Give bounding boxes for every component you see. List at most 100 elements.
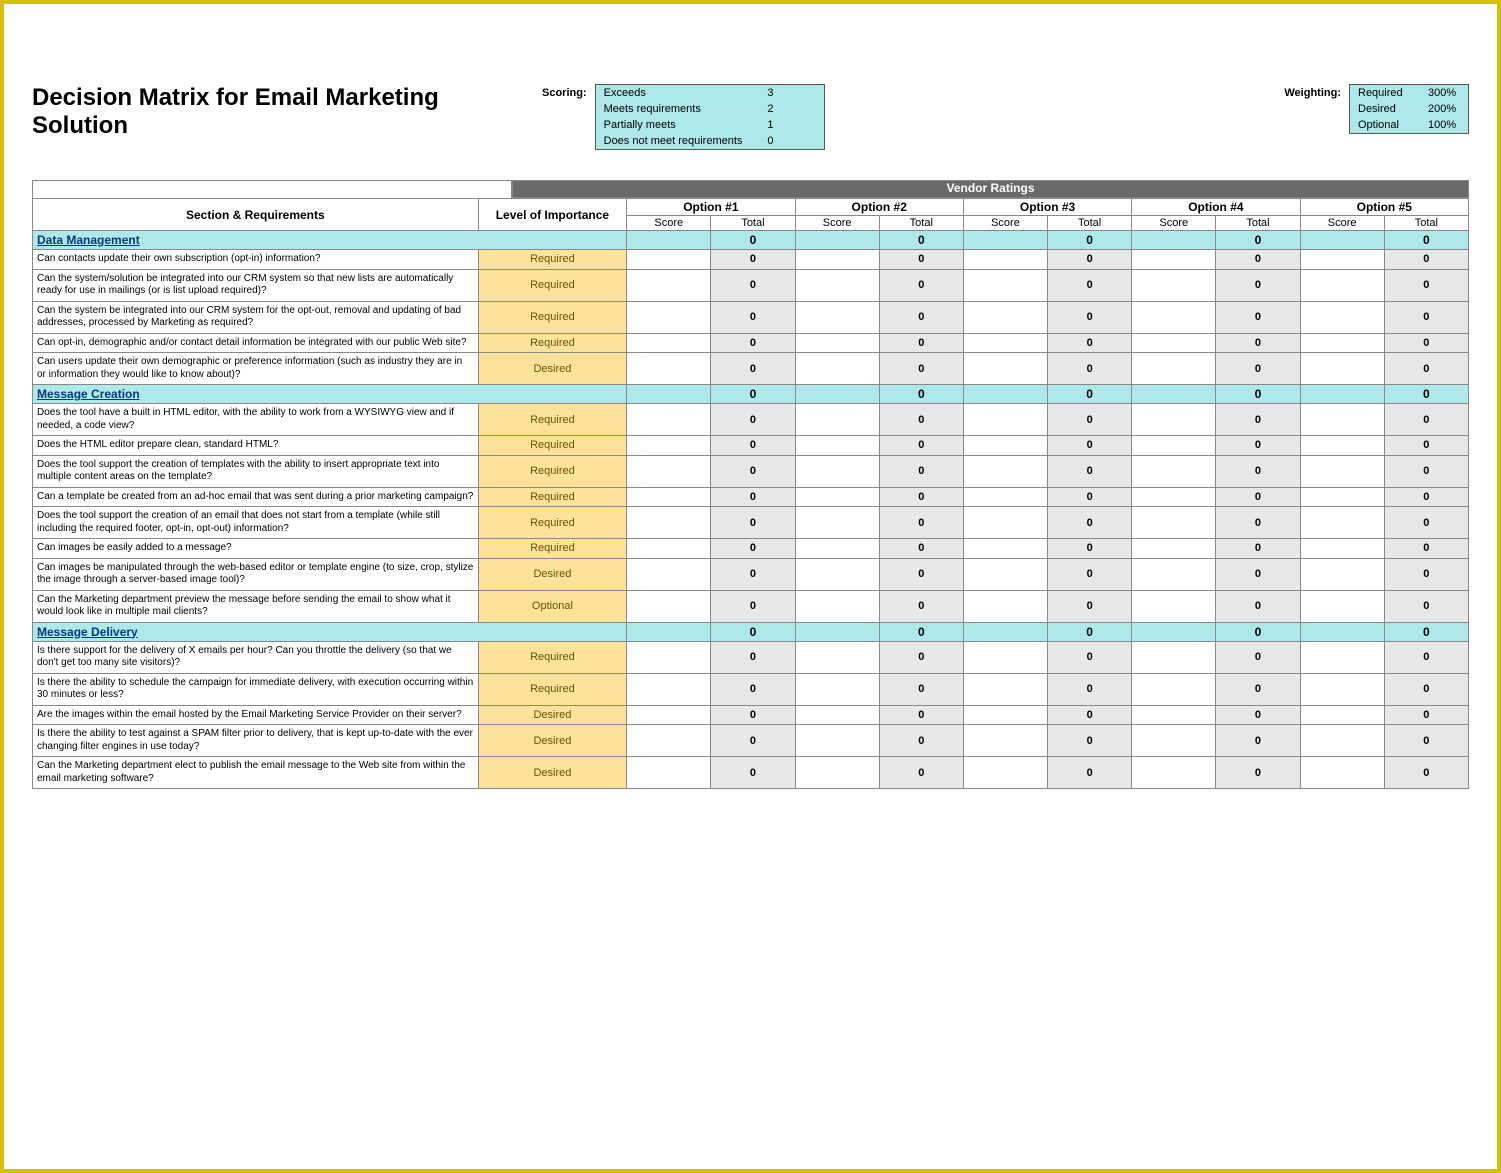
score-cell[interactable] [1132,455,1216,487]
score-cell[interactable] [1300,507,1384,539]
score-cell[interactable] [1132,250,1216,270]
score-cell[interactable] [963,590,1047,622]
level-cell[interactable]: Required [478,301,627,333]
score-cell[interactable] [795,558,879,590]
score-cell[interactable] [1300,269,1384,301]
score-cell[interactable] [1300,673,1384,705]
score-cell[interactable] [1132,705,1216,725]
score-cell[interactable] [1300,404,1384,436]
score-cell[interactable] [963,507,1047,539]
score-cell[interactable] [627,487,711,507]
score-cell[interactable] [963,269,1047,301]
score-cell[interactable] [1132,404,1216,436]
score-cell[interactable] [1300,333,1384,353]
score-cell[interactable] [795,705,879,725]
score-cell[interactable] [627,455,711,487]
score-cell[interactable] [795,641,879,673]
score-cell[interactable] [1300,250,1384,270]
score-cell[interactable] [963,404,1047,436]
score-cell[interactable] [963,558,1047,590]
level-cell[interactable]: Desired [478,725,627,757]
score-cell[interactable] [795,333,879,353]
score-cell[interactable] [627,539,711,559]
level-cell[interactable]: Desired [478,705,627,725]
score-cell[interactable] [1300,705,1384,725]
score-cell[interactable] [1300,539,1384,559]
score-cell[interactable] [627,673,711,705]
score-cell[interactable] [963,455,1047,487]
level-cell[interactable]: Required [478,250,627,270]
level-cell[interactable]: Desired [478,757,627,789]
score-cell[interactable] [795,539,879,559]
score-cell[interactable] [795,301,879,333]
level-cell[interactable]: Required [478,333,627,353]
score-cell[interactable] [1132,558,1216,590]
score-cell[interactable] [1132,725,1216,757]
level-cell[interactable]: Required [478,455,627,487]
level-cell[interactable]: Desired [478,353,627,385]
score-cell[interactable] [963,673,1047,705]
score-cell[interactable] [1300,436,1384,456]
score-cell[interactable] [627,558,711,590]
level-cell[interactable]: Required [478,673,627,705]
score-cell[interactable] [1132,487,1216,507]
score-cell[interactable] [795,725,879,757]
level-cell[interactable]: Desired [478,558,627,590]
level-cell[interactable]: Required [478,269,627,301]
score-cell[interactable] [1300,558,1384,590]
score-cell[interactable] [795,455,879,487]
level-cell[interactable]: Required [478,539,627,559]
score-cell[interactable] [1132,507,1216,539]
score-cell[interactable] [627,301,711,333]
score-cell[interactable] [795,269,879,301]
score-cell[interactable] [1300,757,1384,789]
score-cell[interactable] [627,250,711,270]
score-cell[interactable] [963,757,1047,789]
score-cell[interactable] [963,725,1047,757]
score-cell[interactable] [795,436,879,456]
score-cell[interactable] [627,333,711,353]
score-cell[interactable] [1300,590,1384,622]
score-cell[interactable] [1300,487,1384,507]
score-cell[interactable] [1132,269,1216,301]
score-cell[interactable] [627,757,711,789]
score-cell[interactable] [627,507,711,539]
score-cell[interactable] [795,404,879,436]
score-cell[interactable] [795,487,879,507]
score-cell[interactable] [1300,353,1384,385]
score-cell[interactable] [1300,725,1384,757]
level-cell[interactable]: Optional [478,590,627,622]
score-cell[interactable] [963,250,1047,270]
score-cell[interactable] [1132,333,1216,353]
score-cell[interactable] [1132,539,1216,559]
score-cell[interactable] [963,705,1047,725]
score-cell[interactable] [1132,673,1216,705]
score-cell[interactable] [627,353,711,385]
score-cell[interactable] [1132,641,1216,673]
score-cell[interactable] [795,590,879,622]
score-cell[interactable] [1300,455,1384,487]
score-cell[interactable] [963,353,1047,385]
score-cell[interactable] [1132,436,1216,456]
score-cell[interactable] [963,436,1047,456]
score-cell[interactable] [1300,641,1384,673]
score-cell[interactable] [963,333,1047,353]
score-cell[interactable] [1132,590,1216,622]
score-cell[interactable] [627,269,711,301]
level-cell[interactable]: Required [478,436,627,456]
score-cell[interactable] [963,539,1047,559]
level-cell[interactable]: Required [478,507,627,539]
score-cell[interactable] [627,436,711,456]
score-cell[interactable] [1300,301,1384,333]
score-cell[interactable] [795,757,879,789]
score-cell[interactable] [1132,757,1216,789]
score-cell[interactable] [963,487,1047,507]
score-cell[interactable] [963,641,1047,673]
score-cell[interactable] [795,250,879,270]
level-cell[interactable]: Required [478,487,627,507]
score-cell[interactable] [627,641,711,673]
score-cell[interactable] [627,705,711,725]
score-cell[interactable] [795,673,879,705]
level-cell[interactable]: Required [478,641,627,673]
score-cell[interactable] [795,353,879,385]
